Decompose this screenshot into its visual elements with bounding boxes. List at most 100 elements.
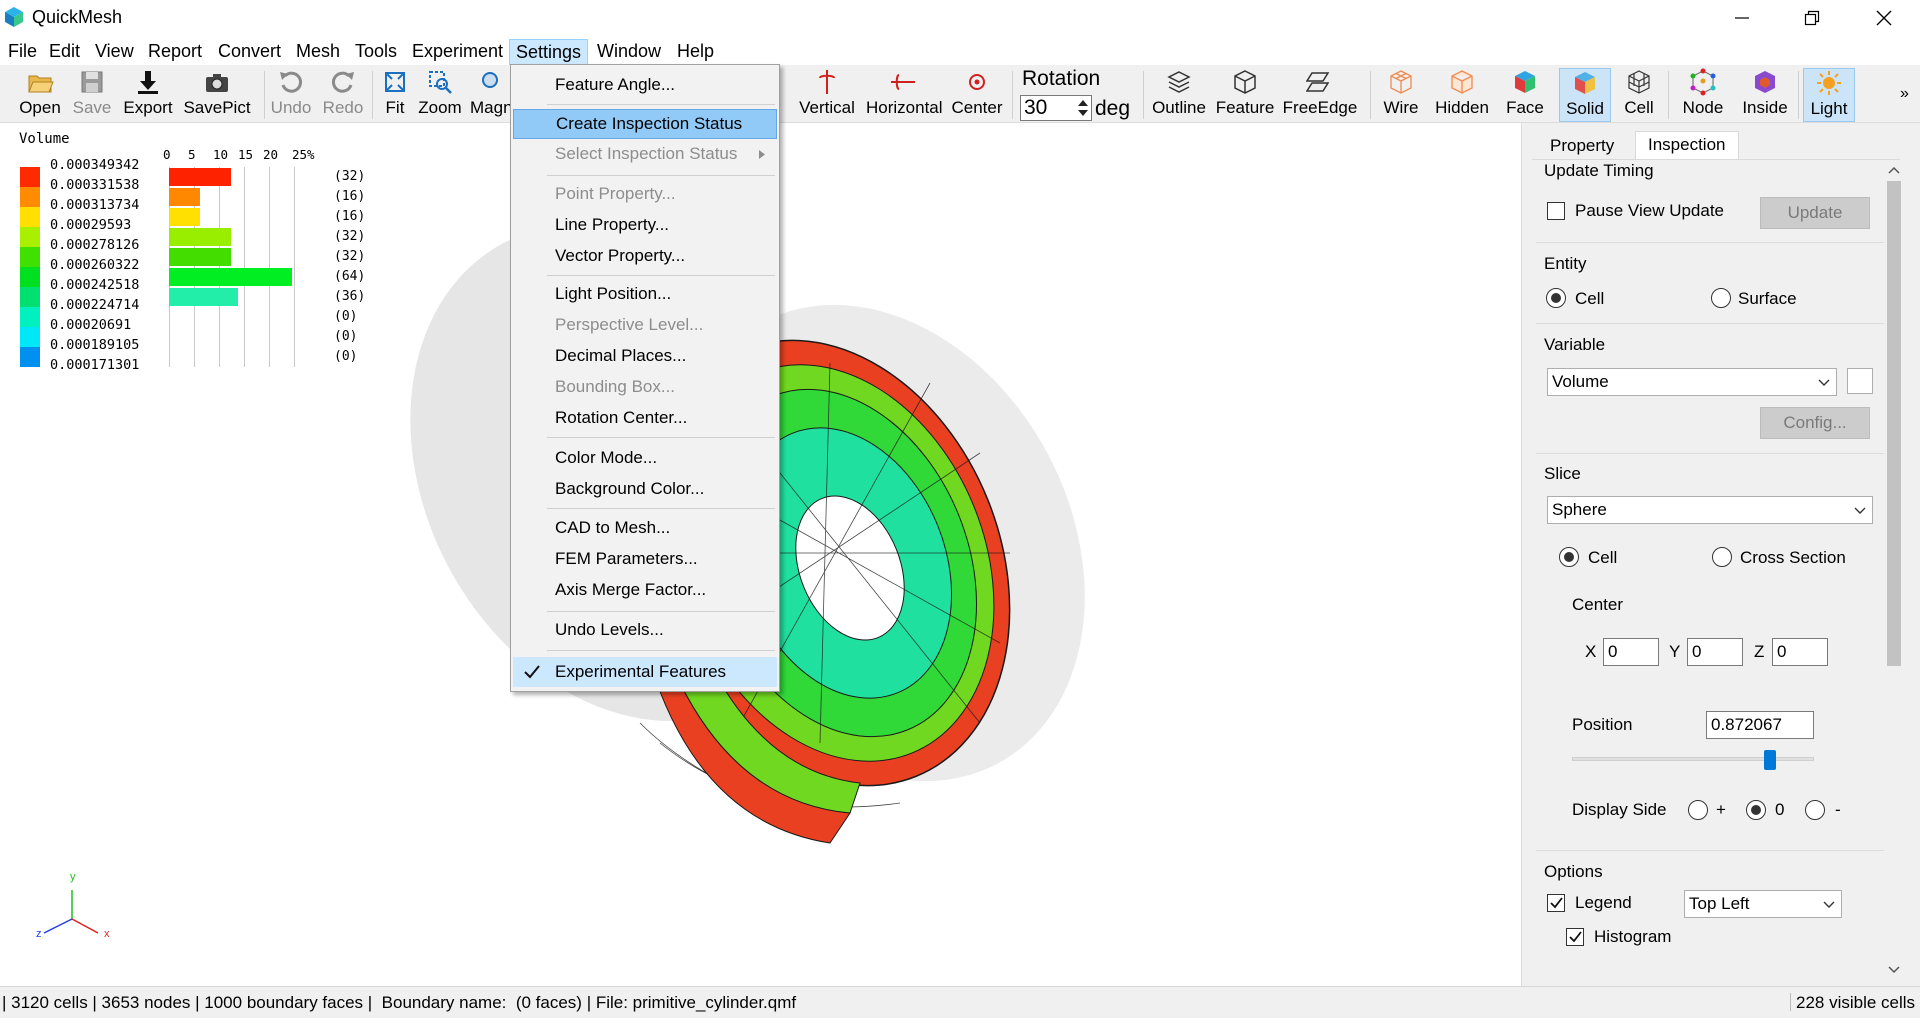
menu-item-decimal-places[interactable]: Decimal Places... bbox=[513, 341, 777, 371]
display-side-zero-radio[interactable] bbox=[1746, 800, 1766, 820]
savepict-button[interactable]: SavePict bbox=[183, 68, 251, 122]
display-side-minus-radio[interactable] bbox=[1805, 800, 1825, 820]
panel-scrollbar[interactable] bbox=[1884, 163, 1904, 986]
entity-surface-radio[interactable] bbox=[1711, 288, 1731, 308]
close-button[interactable] bbox=[1856, 2, 1912, 34]
menu-item-background-color[interactable]: Background Color... bbox=[513, 474, 777, 504]
zoom-button[interactable]: Zoom bbox=[416, 68, 464, 122]
entity-cell-radio[interactable] bbox=[1546, 288, 1566, 308]
magnify-button[interactable]: Magni bbox=[470, 68, 510, 122]
menu-item-vector-property[interactable]: Vector Property... bbox=[513, 241, 777, 271]
menu-mesh[interactable]: Mesh bbox=[290, 39, 346, 65]
center-z-input[interactable]: 0 bbox=[1772, 638, 1828, 666]
open-button[interactable]: Open bbox=[12, 68, 68, 122]
menu-item-create-inspection-status[interactable]: Create Inspection Status bbox=[513, 109, 777, 139]
menu-experiment[interactable]: Experiment bbox=[406, 39, 509, 65]
center-x-input[interactable]: 0 bbox=[1603, 638, 1659, 666]
scroll-up-arrow-icon[interactable] bbox=[1884, 164, 1904, 178]
menu-item-perspective-level[interactable]: Perspective Level... bbox=[513, 310, 777, 340]
legend-value: 0.000260322 bbox=[50, 257, 140, 273]
menu-item-point-property[interactable]: Point Property... bbox=[513, 179, 777, 209]
display-side-plus-radio[interactable] bbox=[1688, 800, 1708, 820]
slice-cross-section-radio[interactable] bbox=[1712, 547, 1732, 567]
rotation-spinbox[interactable]: 30 bbox=[1020, 95, 1092, 121]
menu-help[interactable]: Help bbox=[671, 39, 720, 65]
menu-item-bounding-box[interactable]: Bounding Box... bbox=[513, 372, 777, 402]
pause-view-update-checkbox[interactable] bbox=[1547, 202, 1565, 220]
menu-settings[interactable]: Settings bbox=[509, 39, 589, 65]
face-button[interactable]: Face bbox=[1500, 68, 1550, 122]
position-slider-thumb[interactable] bbox=[1764, 750, 1777, 770]
menu-file[interactable]: File bbox=[2, 39, 43, 65]
inside-button[interactable]: Inside bbox=[1737, 68, 1793, 122]
menu-item-line-property[interactable]: Line Property... bbox=[513, 210, 777, 240]
fit-button[interactable]: Fit bbox=[377, 68, 413, 122]
close-icon bbox=[1876, 10, 1892, 26]
legend-swatch bbox=[20, 247, 40, 267]
cell-button[interactable]: Cell bbox=[1617, 68, 1661, 122]
menu-item-color-mode[interactable]: Color Mode... bbox=[513, 443, 777, 473]
update-button[interactable]: Update bbox=[1760, 197, 1870, 229]
tab-property[interactable]: Property bbox=[1538, 133, 1626, 161]
scrollbar-thumb[interactable] bbox=[1887, 181, 1901, 666]
solid-button[interactable]: Solid bbox=[1559, 68, 1611, 122]
wire-button[interactable]: Wire bbox=[1377, 68, 1425, 122]
freeedge-button[interactable]: FreeEdge bbox=[1282, 68, 1358, 122]
menu-item-fem-parameters[interactable]: FEM Parameters... bbox=[513, 544, 777, 574]
menu-window[interactable]: Window bbox=[591, 39, 667, 65]
hidden-cube-icon bbox=[1451, 70, 1473, 94]
menu-view[interactable]: View bbox=[89, 39, 140, 65]
redo-button[interactable]: Redo bbox=[320, 68, 366, 122]
slice-select[interactable]: Sphere bbox=[1547, 496, 1873, 524]
position-label: Position bbox=[1572, 715, 1633, 734]
hidden-button[interactable]: Hidden bbox=[1430, 68, 1494, 122]
light-button[interactable]: Light bbox=[1803, 68, 1855, 122]
scroll-down-arrow-icon[interactable] bbox=[1884, 963, 1904, 977]
toolbar-overflow-button[interactable]: » bbox=[1900, 85, 1909, 103]
tab-inspection[interactable]: Inspection bbox=[1635, 131, 1739, 159]
legend-value: 0.000224714 bbox=[50, 297, 140, 313]
legend-title: Volume bbox=[19, 131, 70, 147]
position-input[interactable]: 0.872067 bbox=[1706, 711, 1814, 739]
menu-item-select-inspection-status[interactable]: Select Inspection Status bbox=[513, 139, 777, 169]
vertical-button[interactable]: Vertical bbox=[797, 68, 857, 122]
variable-select[interactable]: Volume bbox=[1547, 368, 1837, 396]
outline-button[interactable]: Outline bbox=[1150, 68, 1208, 122]
export-button[interactable]: Export bbox=[121, 68, 175, 122]
menu-item-cad-to-mesh[interactable]: CAD to Mesh... bbox=[513, 513, 777, 543]
menu-convert[interactable]: Convert bbox=[212, 39, 287, 65]
restore-button[interactable] bbox=[1784, 2, 1840, 34]
slice-cell-label: Cell bbox=[1588, 548, 1618, 567]
legend-position-select[interactable]: Top Left bbox=[1684, 890, 1842, 918]
menu-item-feature-angle[interactable]: Feature Angle... bbox=[513, 70, 777, 100]
menu-item-axis-merge-factor[interactable]: Axis Merge Factor... bbox=[513, 575, 777, 605]
center-y-input[interactable]: 0 bbox=[1687, 638, 1743, 666]
menu-tools[interactable]: Tools bbox=[349, 39, 403, 65]
undo-button[interactable]: Undo bbox=[269, 68, 313, 122]
histogram-count: (32) bbox=[334, 169, 366, 184]
menu-item-experimental-features[interactable]: Experimental Features bbox=[513, 657, 777, 687]
menu-item-undo-levels[interactable]: Undo Levels... bbox=[513, 615, 777, 645]
histogram-gridline bbox=[219, 167, 220, 367]
spin-arrows-icon[interactable] bbox=[1076, 97, 1090, 119]
pause-view-update-label: Pause View Update bbox=[1575, 201, 1725, 220]
minimize-button[interactable] bbox=[1714, 2, 1770, 34]
save-button[interactable]: Save bbox=[70, 68, 114, 122]
legend-checkbox[interactable] bbox=[1547, 894, 1565, 912]
node-cube-icon bbox=[1690, 68, 1716, 96]
menu-item-rotation-center[interactable]: Rotation Center... bbox=[513, 403, 777, 433]
axis-x-label: x bbox=[104, 928, 110, 940]
histogram-checkbox[interactable] bbox=[1566, 928, 1584, 946]
menu-item-light-position[interactable]: Light Position... bbox=[513, 279, 777, 309]
position-slider-track[interactable] bbox=[1572, 757, 1814, 761]
legend-swatch bbox=[20, 227, 40, 247]
horizontal-button[interactable]: Horizontal bbox=[866, 68, 943, 122]
node-button[interactable]: Node bbox=[1675, 68, 1731, 122]
slice-cell-radio[interactable] bbox=[1559, 547, 1579, 567]
feature-button[interactable]: Feature bbox=[1215, 68, 1275, 122]
config-button[interactable]: Config... bbox=[1760, 407, 1870, 439]
menu-report[interactable]: Report bbox=[142, 39, 208, 65]
center-button[interactable]: Center bbox=[949, 68, 1005, 122]
variable-color-swatch-button[interactable] bbox=[1847, 368, 1873, 394]
menu-edit[interactable]: Edit bbox=[43, 39, 86, 65]
